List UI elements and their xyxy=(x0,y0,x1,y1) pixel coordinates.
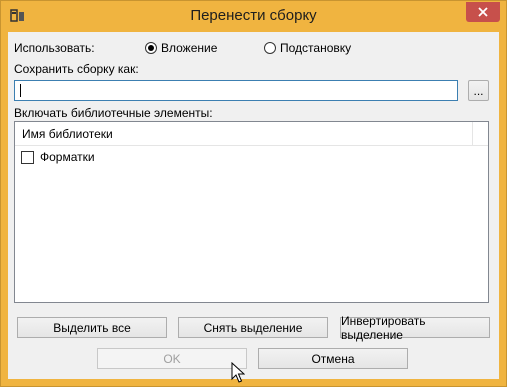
browse-button[interactable]: ... xyxy=(468,80,489,101)
save-as-input[interactable] xyxy=(14,80,458,101)
library-list-header[interactable]: Имя библиотеки xyxy=(15,122,488,146)
radio-embed-indicator xyxy=(145,42,157,54)
library-label: Включать библиотечные элементы: xyxy=(14,106,213,120)
close-icon xyxy=(478,7,488,17)
library-list[interactable]: Имя библиотеки Форматки xyxy=(14,121,489,303)
list-item[interactable]: Форматки xyxy=(21,150,95,164)
text-caret xyxy=(20,84,21,97)
select-all-button[interactable]: Выделить все xyxy=(17,317,167,338)
library-item-checkbox[interactable] xyxy=(21,150,34,164)
dialog-body: Использовать: Вложение Подстановку Сохра… xyxy=(8,32,499,379)
ok-button[interactable]: OK xyxy=(97,348,247,369)
radio-embed-label: Вложение xyxy=(161,41,218,55)
radio-embed[interactable]: Вложение xyxy=(145,41,217,55)
title-bar[interactable]: Перенести сборку xyxy=(1,1,506,31)
mouse-cursor-icon xyxy=(231,362,245,383)
radio-substitute-indicator xyxy=(264,42,276,54)
deselect-button[interactable]: Снять выделение xyxy=(178,317,328,338)
dialog-window: Перенести сборку Использовать: Вложение … xyxy=(0,0,507,387)
radio-substitute[interactable]: Подстановку xyxy=(264,41,351,55)
radio-substitute-label: Подстановку xyxy=(280,41,352,55)
header-divider xyxy=(472,122,473,146)
save-as-label: Сохранить сборку как: xyxy=(14,62,139,76)
close-button[interactable] xyxy=(466,2,500,22)
column-header-library-name: Имя библиотеки xyxy=(22,127,113,141)
cancel-button[interactable]: Отмена xyxy=(258,348,408,369)
window-title: Перенести сборку xyxy=(190,7,317,24)
library-item-label: Форматки xyxy=(40,150,95,164)
invert-selection-button[interactable]: Инвертировать выделение xyxy=(340,314,490,342)
use-label: Использовать: xyxy=(14,41,95,55)
